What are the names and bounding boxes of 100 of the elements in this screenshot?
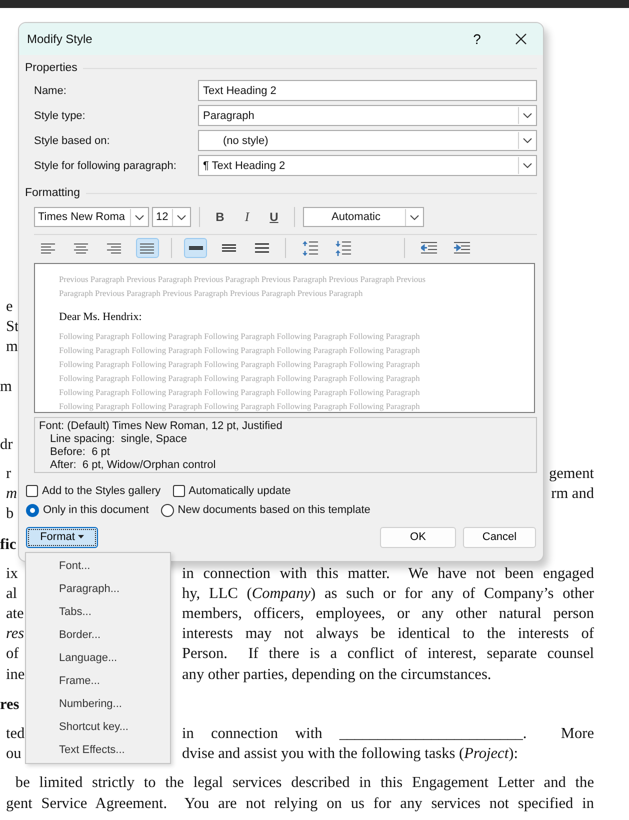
document-text: dr <box>0 434 13 455</box>
ok-button[interactable]: OK <box>380 526 456 548</box>
indent-icon <box>420 242 436 254</box>
document-text: in connection with this matter. We have not been engaged <box>182 564 594 584</box>
align-center-icon <box>74 242 89 254</box>
checkbox[interactable] <box>172 485 185 497</box>
preview-text: Paragraph Previous Paragraph Previous Paragraph Previous Paragraph Previous Paragraph <box>59 288 364 300</box>
preview-text: Following Paragraph Following Paragraph Following Paragraph Following Paragraph Following Paragraph <box>59 401 421 412</box>
caret-icon <box>78 535 84 539</box>
underline-button[interactable]: U <box>262 207 286 227</box>
document-text: interests may not always be identical to the interests of <box>182 624 594 644</box>
menu-item[interactable]: Font... <box>26 554 170 577</box>
document-text: gement <box>548 464 594 484</box>
line-spacing-icon <box>254 243 268 253</box>
description-text: Line spacing: single, Space <box>49 433 188 446</box>
document-text: hy, LLC (Company) as such or for any of Company’s other <box>182 584 594 604</box>
chevron-icon <box>522 113 532 118</box>
document-text: m <box>0 376 12 397</box>
indent-icon <box>454 242 470 254</box>
document-text: b <box>6 504 14 524</box>
close-icon <box>515 33 527 45</box>
menu-item[interactable]: Text Effects... <box>26 738 170 761</box>
field-label: Style type: <box>34 110 86 122</box>
checkbox-label[interactable]: Automatically update <box>188 485 291 497</box>
chevron-icon <box>522 163 532 168</box>
document-text: gent Service Agreement. You are not relying on us for any services not specified in <box>6 794 594 814</box>
dialog-title: Modify Style <box>27 32 94 46</box>
cancel-button[interactable]: Cancel <box>463 526 536 548</box>
document-text: members, officers, employees, or any other natural person <box>182 604 594 624</box>
align-justify-icon <box>140 242 155 254</box>
menu-item[interactable]: Tabs... <box>26 600 170 623</box>
chevron-icon <box>410 214 418 220</box>
help-button[interactable]: ? <box>455 23 499 55</box>
radio-label[interactable]: Only in this document <box>43 504 149 516</box>
toolbar-button[interactable] <box>184 238 207 258</box>
document-text: of <box>6 644 19 664</box>
chevron-icon <box>176 214 186 220</box>
paragraph-spacing-icon <box>302 240 318 256</box>
font-size-dropdown[interactable]: 12 <box>152 207 191 227</box>
chevron-icon <box>134 214 144 220</box>
preview-text: Following Paragraph Following Paragraph Following Paragraph Following Paragraph Following Paragraph <box>59 345 421 357</box>
preview-text: Following Paragraph Following Paragraph Following Paragraph Following Paragraph Following Paragraph <box>59 373 421 385</box>
chevron-icon <box>522 138 532 143</box>
document-text: St <box>6 317 19 338</box>
document-text: m <box>6 337 18 358</box>
document-text: ou <box>6 744 22 764</box>
menu-item[interactable]: Shortcut key... <box>26 715 170 738</box>
preview-text: Following Paragraph Following Paragraph Following Paragraph Following Paragraph Following Paragraph <box>59 331 421 343</box>
line-spacing-icon <box>222 243 236 253</box>
document-text: res <box>6 624 24 644</box>
name-field[interactable]: Text Heading 2 <box>198 80 537 101</box>
format-button[interactable]: Format <box>26 526 98 548</box>
field-label: Style based on: <box>34 134 111 146</box>
italic-button[interactable]: I <box>235 207 259 227</box>
document-text: m <box>6 484 18 504</box>
preview-sample-text: Dear Ms. Hendrix: <box>59 310 143 324</box>
field-label: Style for following paragraph: <box>34 160 178 172</box>
document-text: any other parties, depending on the circumstances. <box>182 664 492 685</box>
checkbox-label[interactable]: Add to the Styles gallery <box>42 485 161 497</box>
align-right-icon <box>107 242 122 254</box>
document-text: dvise and assist you with the following tasks (Project): <box>182 744 519 764</box>
menu-item[interactable]: Language... <box>26 646 170 669</box>
document-text: ted <box>6 724 25 744</box>
document-text: al <box>6 584 18 604</box>
radio-button[interactable] <box>160 504 174 516</box>
field-label: Name: <box>34 84 68 96</box>
document-text: fic <box>0 534 16 554</box>
document-text: ix <box>6 564 18 584</box>
section-heading: Formatting <box>25 187 80 199</box>
menu-item[interactable]: Frame... <box>26 669 170 692</box>
paragraph-spacing-icon <box>334 240 350 256</box>
preview-text: Following Paragraph Following Paragraph Following Paragraph Following Paragraph Following Paragraph <box>59 359 421 371</box>
document-text: ine <box>6 664 25 685</box>
menu-item[interactable]: Numbering... <box>26 692 170 715</box>
menu-item[interactable]: Paragraph... <box>26 577 170 600</box>
document-text: Person. If there is a conflict of interest, separate counsel <box>182 644 594 664</box>
document-text: e <box>6 297 13 317</box>
document-text: in connection with ________________________. More <box>182 724 594 744</box>
description-text: Font: (Default) Times New Roman, 12 pt, Justified <box>39 420 284 433</box>
preview-text: Previous Paragraph Previous Paragraph Previous Paragraph Previous Paragraph Previous Paragraph Previous <box>59 274 427 286</box>
checkbox[interactable] <box>26 485 38 497</box>
document-text: res <box>0 694 20 715</box>
font-color-dropdown[interactable]: Automatic <box>303 207 424 227</box>
radio-button[interactable] <box>26 504 39 516</box>
section-heading: Properties <box>25 62 78 74</box>
description-text: Before: 6 pt <box>49 446 111 459</box>
radio-label[interactable]: New documents based on this template <box>178 504 370 516</box>
document-text: r <box>6 464 12 484</box>
font-dropdown[interactable]: Times New Roma <box>34 207 149 227</box>
menu-item[interactable]: Border... <box>26 623 170 646</box>
bold-button[interactable]: B <box>208 207 232 227</box>
dropdown[interactable]: ¶ Text Heading 2 <box>198 155 537 176</box>
preview-text: Following Paragraph Following Paragraph Following Paragraph Following Paragraph Following Paragraph <box>59 387 421 399</box>
dropdown[interactable]: (no style) <box>198 130 537 151</box>
align-left-icon <box>41 242 56 254</box>
document-text: ate <box>6 604 24 624</box>
description-text: After: 6 pt, Widow/Orphan control <box>49 459 217 472</box>
document-text: be limited strictly to the legal services described in this Engagement Letter and the <box>14 773 594 794</box>
dropdown[interactable]: Paragraph <box>198 105 537 126</box>
document-text: rm and <box>551 484 594 504</box>
